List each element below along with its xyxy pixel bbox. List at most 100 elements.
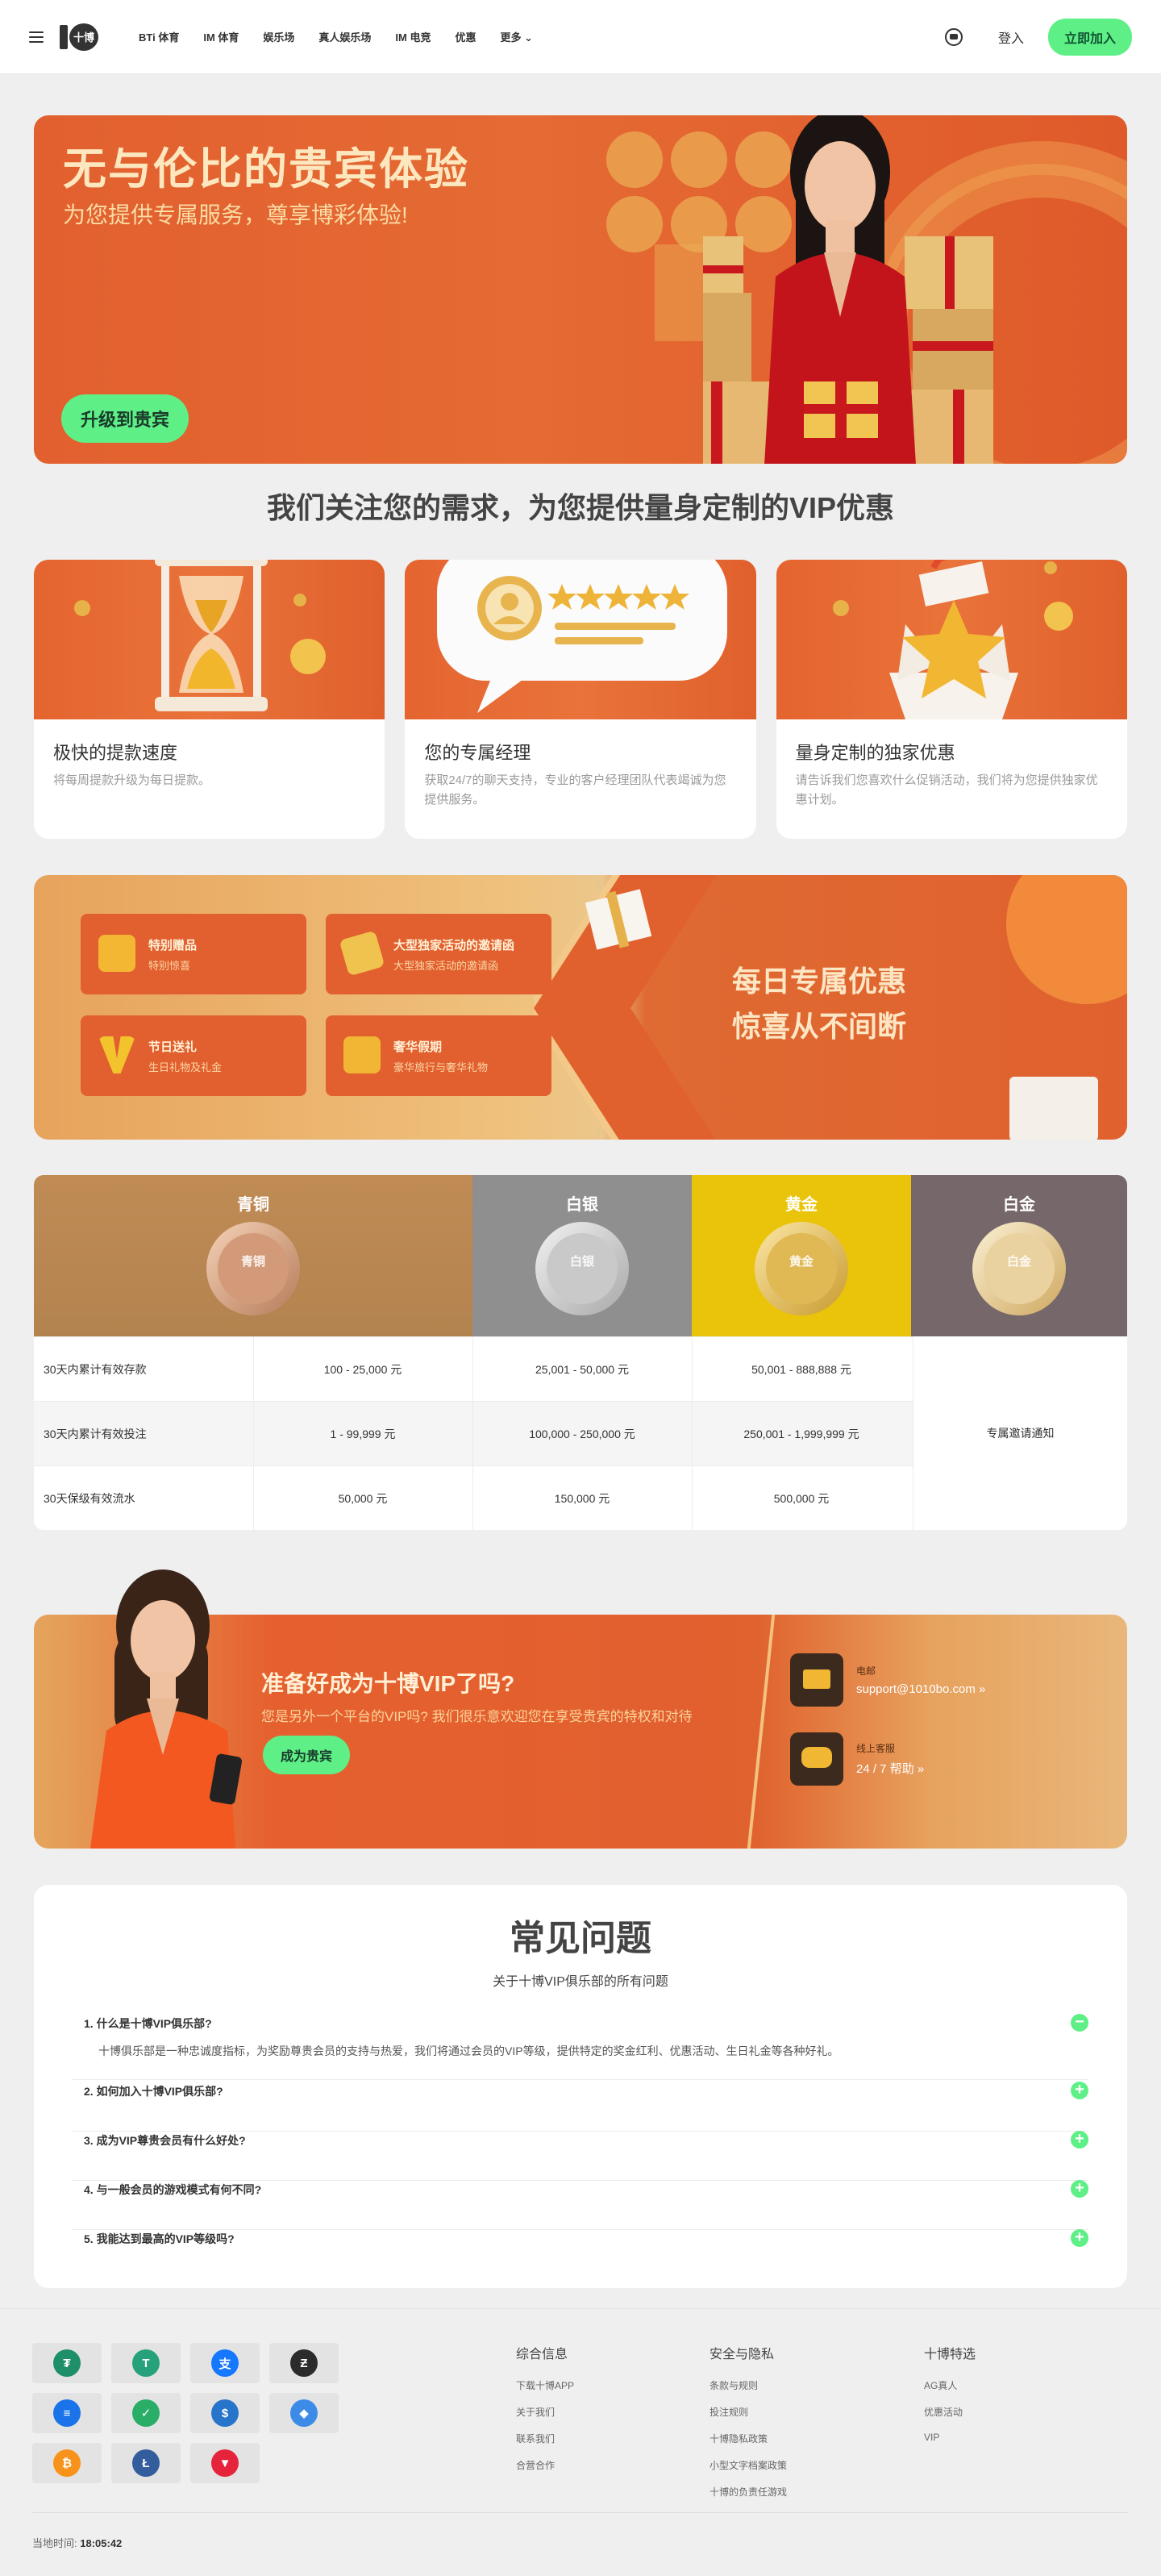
feature-card-image bbox=[34, 560, 385, 719]
faq-question: 2. 如何加入十博VIP俱乐部? bbox=[84, 2085, 223, 2098]
nav-item-live-casino[interactable]: 真人娱乐场 bbox=[318, 29, 371, 44]
feature-card-desc: 将每周提款升级为每日提款。 bbox=[53, 773, 211, 787]
payment-method-tile: ◆ bbox=[269, 2393, 339, 2433]
feature-card-title: 极快的提款速度 bbox=[53, 743, 178, 763]
vip-header-gold: 黄金 黄金 bbox=[692, 1175, 911, 1336]
footer-col-title: 安全与隐私 bbox=[710, 2348, 775, 2361]
footer-link[interactable]: 十博的负责任游戏 bbox=[710, 2485, 787, 2499]
nav-item-promotions[interactable]: 优惠 bbox=[455, 29, 476, 44]
manager-rating-icon bbox=[437, 560, 728, 713]
footer-link[interactable]: 小型文字档案政策 bbox=[710, 2458, 787, 2472]
hero-woman-with-gifts-image bbox=[703, 115, 993, 464]
faq-item[interactable]: 3. 成为VIP尊贵会员有什么好处? + bbox=[73, 2131, 1088, 2181]
local-time: 当地时间: 18:05:42 bbox=[32, 2535, 122, 2550]
local-time-label: 当地时间: bbox=[32, 2537, 77, 2549]
vip-header-silver: 白银 白银 bbox=[472, 1175, 692, 1336]
expand-icon[interactable]: + bbox=[1071, 2180, 1088, 2198]
expand-icon[interactable]: + bbox=[1071, 2082, 1088, 2099]
ethereum-icon: ◆ bbox=[290, 2399, 318, 2427]
medal-label: 青铜 bbox=[240, 1255, 265, 1269]
hero-subtitle: 为您提供专属服务，尊享博彩体验! bbox=[63, 202, 408, 227]
vip-cell: 150,000 元 bbox=[554, 1491, 610, 1505]
medal-label: 黄金 bbox=[789, 1255, 814, 1269]
login-button[interactable]: 登入 bbox=[998, 27, 1024, 47]
footer-link[interactable]: 十博隐私政策 bbox=[710, 2432, 787, 2445]
silver-medal-icon: 白银 bbox=[535, 1222, 629, 1315]
payment-method-tile: T bbox=[111, 2343, 181, 2383]
vip-header-bronze: 青铜 青铜 bbox=[34, 1175, 472, 1336]
footer-link[interactable]: 下载十博APP bbox=[516, 2378, 574, 2392]
star-gift-icon bbox=[832, 560, 1073, 719]
contact-value: 24 / 7 帮助 » bbox=[856, 1762, 925, 1776]
join-now-button[interactable]: 立即加入 bbox=[1047, 18, 1132, 56]
footer-link[interactable]: 合营合作 bbox=[516, 2458, 574, 2472]
email-icon bbox=[790, 1653, 843, 1707]
footer-col-title: 综合信息 bbox=[516, 2348, 568, 2361]
vip-cell: 25,001 - 50,000 元 bbox=[535, 1362, 629, 1376]
feature-card-title: 量身定制的独家优惠 bbox=[795, 743, 955, 763]
vip-level-name: 白金 bbox=[1003, 1196, 1035, 1214]
feature-card-desc: 获取24/7的聊天支持，专业的客户经理团队代表竭诚为您提供服务。 bbox=[424, 773, 726, 807]
contact-label: 线上客服 bbox=[856, 1743, 896, 1754]
vip-woman-image bbox=[90, 1569, 243, 1849]
feature-card-exclusive: 量身定制的独家优惠 请告诉我们您喜欢什么促销活动，我们将为您提供独家优惠计划。 bbox=[776, 560, 1127, 839]
footer-col-security: 安全与隐私 条款与规则 投注规则 十博隐私政策 小型文字档案政策 十博的负责任游… bbox=[710, 2343, 787, 2511]
platinum-invite-note: 专属邀请通知 bbox=[913, 1336, 1127, 1530]
expand-icon[interactable]: + bbox=[1071, 2131, 1088, 2149]
page: 十博 BTi 体育 IM 体育 娱乐场 真人娱乐场 IM 电竞 优惠 更多 ⌄ … bbox=[0, 0, 1161, 2576]
nav-item-bti-sports[interactable]: BTi 体育 bbox=[139, 29, 179, 44]
gift-box-icon bbox=[98, 935, 135, 972]
daily-line-1: 每日专属优惠 bbox=[732, 965, 907, 998]
payment-method-tile: Ƶ bbox=[269, 2343, 339, 2383]
tron-icon: ▼ bbox=[211, 2449, 239, 2477]
footer-link[interactable]: 优惠活动 bbox=[924, 2405, 976, 2419]
payment-method-tile: ₮ bbox=[32, 2343, 102, 2383]
payment-method-tile: ₿ bbox=[32, 2443, 102, 2483]
hero-title: 无与伦比的贵宾体验 bbox=[63, 145, 469, 194]
contact-label: 电邮 bbox=[856, 1665, 876, 1677]
contact-email[interactable]: 电邮 support@1010bo.com » bbox=[790, 1653, 985, 1707]
faq-subtitle: 关于十博VIP俱乐部的所有问题 bbox=[493, 1975, 668, 1989]
litecoin-icon: Ł bbox=[132, 2449, 160, 2477]
contact-live-chat[interactable]: 线上客服 24 / 7 帮助 » bbox=[790, 1732, 924, 1786]
daily-decor-circle bbox=[1006, 875, 1127, 1004]
faq-question: 1. 什么是十博VIP俱乐部? bbox=[84, 2017, 212, 2030]
faq-item[interactable]: 1. 什么是十博VIP俱乐部? 十博俱乐部是一种忠诚度指标，为奖励尊贵会员的支持… bbox=[73, 2014, 1088, 2080]
ready-title: 准备好成为十博VIP了吗? bbox=[261, 1671, 515, 1696]
offer-title: 节日送礼 bbox=[148, 1040, 198, 1054]
vip-cell: 500,000 元 bbox=[773, 1491, 830, 1505]
vip-cell: 100,000 - 250,000 元 bbox=[529, 1427, 635, 1440]
hamburger-menu-icon[interactable] bbox=[29, 31, 44, 43]
footer-link[interactable]: VIP bbox=[924, 2432, 976, 2443]
offer-holiday-gifts: 节日送礼 生日礼物及礼金 bbox=[81, 1015, 306, 1096]
luggage-icon bbox=[343, 1036, 381, 1073]
payment-method-tile: 支 bbox=[190, 2343, 260, 2383]
local-time-value: 18:05:42 bbox=[80, 2537, 123, 2549]
footer-link[interactable]: 联系我们 bbox=[516, 2432, 574, 2445]
footer-link[interactable]: 条款与规则 bbox=[710, 2378, 787, 2392]
header-actions: 登入 立即加入 bbox=[944, 18, 1132, 56]
customer-support-icon[interactable] bbox=[944, 27, 963, 46]
offer-sub: 特别惊喜 bbox=[148, 960, 191, 972]
nav-item-im-sports[interactable]: IM 体育 bbox=[203, 29, 239, 44]
dark-coin-icon: Ƶ bbox=[290, 2349, 318, 2377]
medal-label: 白银 bbox=[569, 1255, 594, 1269]
faq-item[interactable]: 4. 与一般会员的游戏模式有何不同? + bbox=[73, 2180, 1088, 2230]
faq-item[interactable]: 5. 我能达到最高的VIP等级吗? + bbox=[73, 2229, 1088, 2263]
ready-decor-stripe bbox=[747, 1615, 776, 1849]
footer-col-title: 十博特选 bbox=[924, 2348, 976, 2361]
collapse-icon[interactable]: − bbox=[1071, 2014, 1088, 2032]
upgrade-to-vip-button[interactable]: 升级到贵宾 bbox=[61, 394, 189, 443]
nav-item-more[interactable]: 更多 ⌄ bbox=[501, 29, 534, 44]
contact-value: support@1010bo.com » bbox=[856, 1682, 986, 1696]
footer-link[interactable]: 投注规则 bbox=[710, 2405, 787, 2419]
expand-icon[interactable]: + bbox=[1071, 2229, 1088, 2247]
nav-item-casino[interactable]: 娱乐场 bbox=[263, 29, 294, 44]
main-nav: BTi 体育 IM 体育 娱乐场 真人娱乐场 IM 电竞 优惠 更多 ⌄ bbox=[139, 29, 533, 44]
footer-link[interactable]: AG真人 bbox=[924, 2378, 976, 2392]
site-logo[interactable]: 十博 bbox=[58, 22, 100, 52]
become-vip-button[interactable]: 成为贵宾 bbox=[263, 1736, 351, 1774]
faq-item[interactable]: 2. 如何加入十博VIP俱乐部? + bbox=[73, 2082, 1088, 2132]
nav-item-im-esports[interactable]: IM 电竞 bbox=[395, 29, 431, 44]
footer-link[interactable]: 关于我们 bbox=[516, 2405, 574, 2419]
